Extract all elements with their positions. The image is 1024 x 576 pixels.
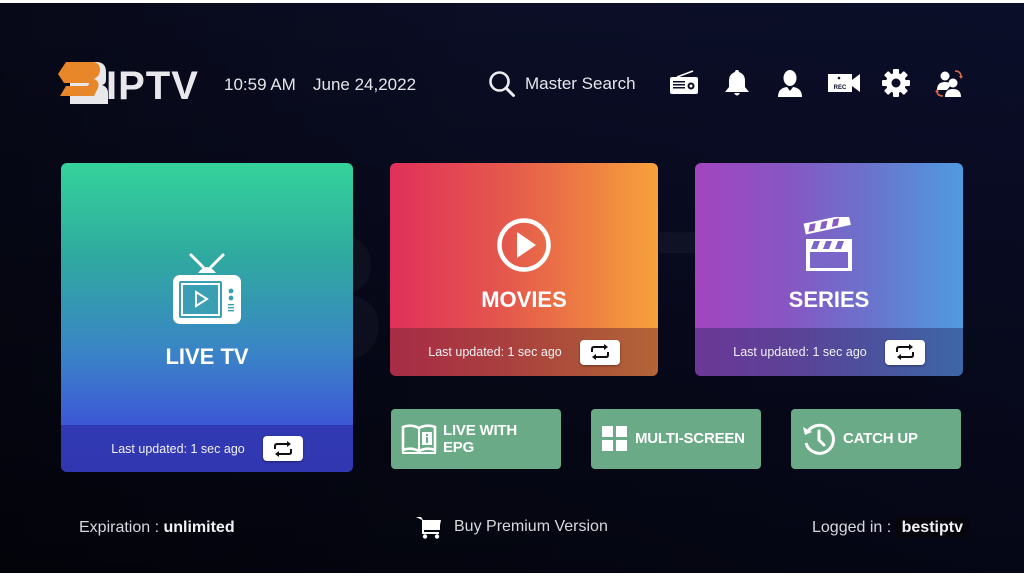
- series-card[interactable]: SERIES Last updated: 1 sec ago: [695, 163, 963, 376]
- movies-refresh-button[interactable]: [579, 339, 620, 365]
- tv-icon: [173, 253, 241, 324]
- record-camera-icon: REC: [828, 74, 860, 92]
- series-footer: Last updated: 1 sec ago: [695, 328, 963, 376]
- master-search-button[interactable]: Master Search: [488, 67, 636, 101]
- multi-screen-label: MULTI-SCREEN: [635, 430, 745, 448]
- home-screen: BIPTV IPTV 10:59 AM June 24,2022 Master …: [0, 3, 1024, 573]
- svg-text:REC: REC: [834, 85, 847, 91]
- expiration-label: Expiration :: [79, 519, 164, 536]
- history-clock-icon: [803, 423, 835, 455]
- catch-up-button[interactable]: CATCH UP: [791, 409, 961, 469]
- series-updated: Last updated: 1 sec ago: [733, 345, 867, 359]
- cart-icon: [416, 517, 441, 539]
- radio-button[interactable]: [668, 67, 700, 99]
- switch-user-icon: [935, 70, 963, 97]
- clapperboard-icon: [803, 217, 852, 271]
- expiration-value: unlimited: [163, 519, 235, 536]
- clock-time: 10:59 AM: [224, 75, 296, 94]
- app-logo: IPTV: [56, 60, 216, 108]
- movies-updated: Last updated: 1 sec ago: [428, 345, 562, 359]
- live-tv-refresh-button[interactable]: [262, 436, 303, 461]
- live-tv-card[interactable]: LIVE TV Last updated: 1 sec ago: [61, 163, 353, 472]
- logged-in-username: bestiptv: [895, 517, 969, 538]
- logged-in-label: Logged in :: [812, 519, 896, 536]
- refresh-icon: [273, 440, 292, 457]
- search-icon: [489, 71, 515, 97]
- record-button[interactable]: REC: [826, 67, 862, 99]
- gear-icon: [882, 69, 910, 97]
- user-icon: [778, 70, 802, 97]
- play-circle-icon: [497, 218, 551, 272]
- book-info-icon: [401, 424, 437, 454]
- logged-in-info: Logged in : bestiptv: [812, 517, 969, 538]
- catch-up-label: CATCH UP: [843, 430, 918, 448]
- buy-premium-button[interactable]: Buy Premium Version: [416, 515, 608, 539]
- movies-footer: Last updated: 1 sec ago: [390, 328, 658, 376]
- expiration-info: Expiration : unlimited: [79, 519, 235, 537]
- series-refresh-button[interactable]: [884, 339, 925, 365]
- multi-screen-button[interactable]: MULTI-SCREEN: [591, 409, 761, 469]
- profile-button[interactable]: [774, 67, 806, 99]
- live-tv-updated: Last updated: 1 sec ago: [111, 441, 245, 456]
- epg-label-line2: EPG: [443, 439, 475, 456]
- bell-icon: [725, 70, 749, 96]
- refresh-icon: [895, 344, 914, 360]
- logo-b-icon: [58, 62, 108, 104]
- grid-icon: [602, 426, 627, 451]
- movies-title: MOVIES: [481, 287, 567, 312]
- live-tv-title: LIVE TV: [165, 344, 249, 369]
- switch-user-button[interactable]: [933, 67, 965, 99]
- series-title: SERIES: [788, 287, 870, 312]
- live-with-epg-button[interactable]: LIVE WITH EPG: [391, 409, 561, 469]
- settings-button[interactable]: [880, 67, 912, 99]
- epg-label-line1: LIVE WITH: [443, 421, 518, 439]
- radio-icon: [670, 70, 698, 94]
- buy-premium-label: Buy Premium Version: [454, 518, 608, 535]
- current-date: June 24,2022: [313, 75, 417, 94]
- live-with-epg-label: LIVE WITH EPG: [443, 422, 517, 457]
- refresh-icon: [590, 344, 609, 360]
- master-search-label: Master Search: [525, 74, 636, 93]
- logo-text: IPTV: [106, 64, 199, 108]
- movies-card[interactable]: MOVIES Last updated: 1 sec ago: [390, 163, 658, 376]
- notifications-button[interactable]: [721, 67, 753, 99]
- live-tv-footer: Last updated: 1 sec ago: [61, 425, 353, 472]
